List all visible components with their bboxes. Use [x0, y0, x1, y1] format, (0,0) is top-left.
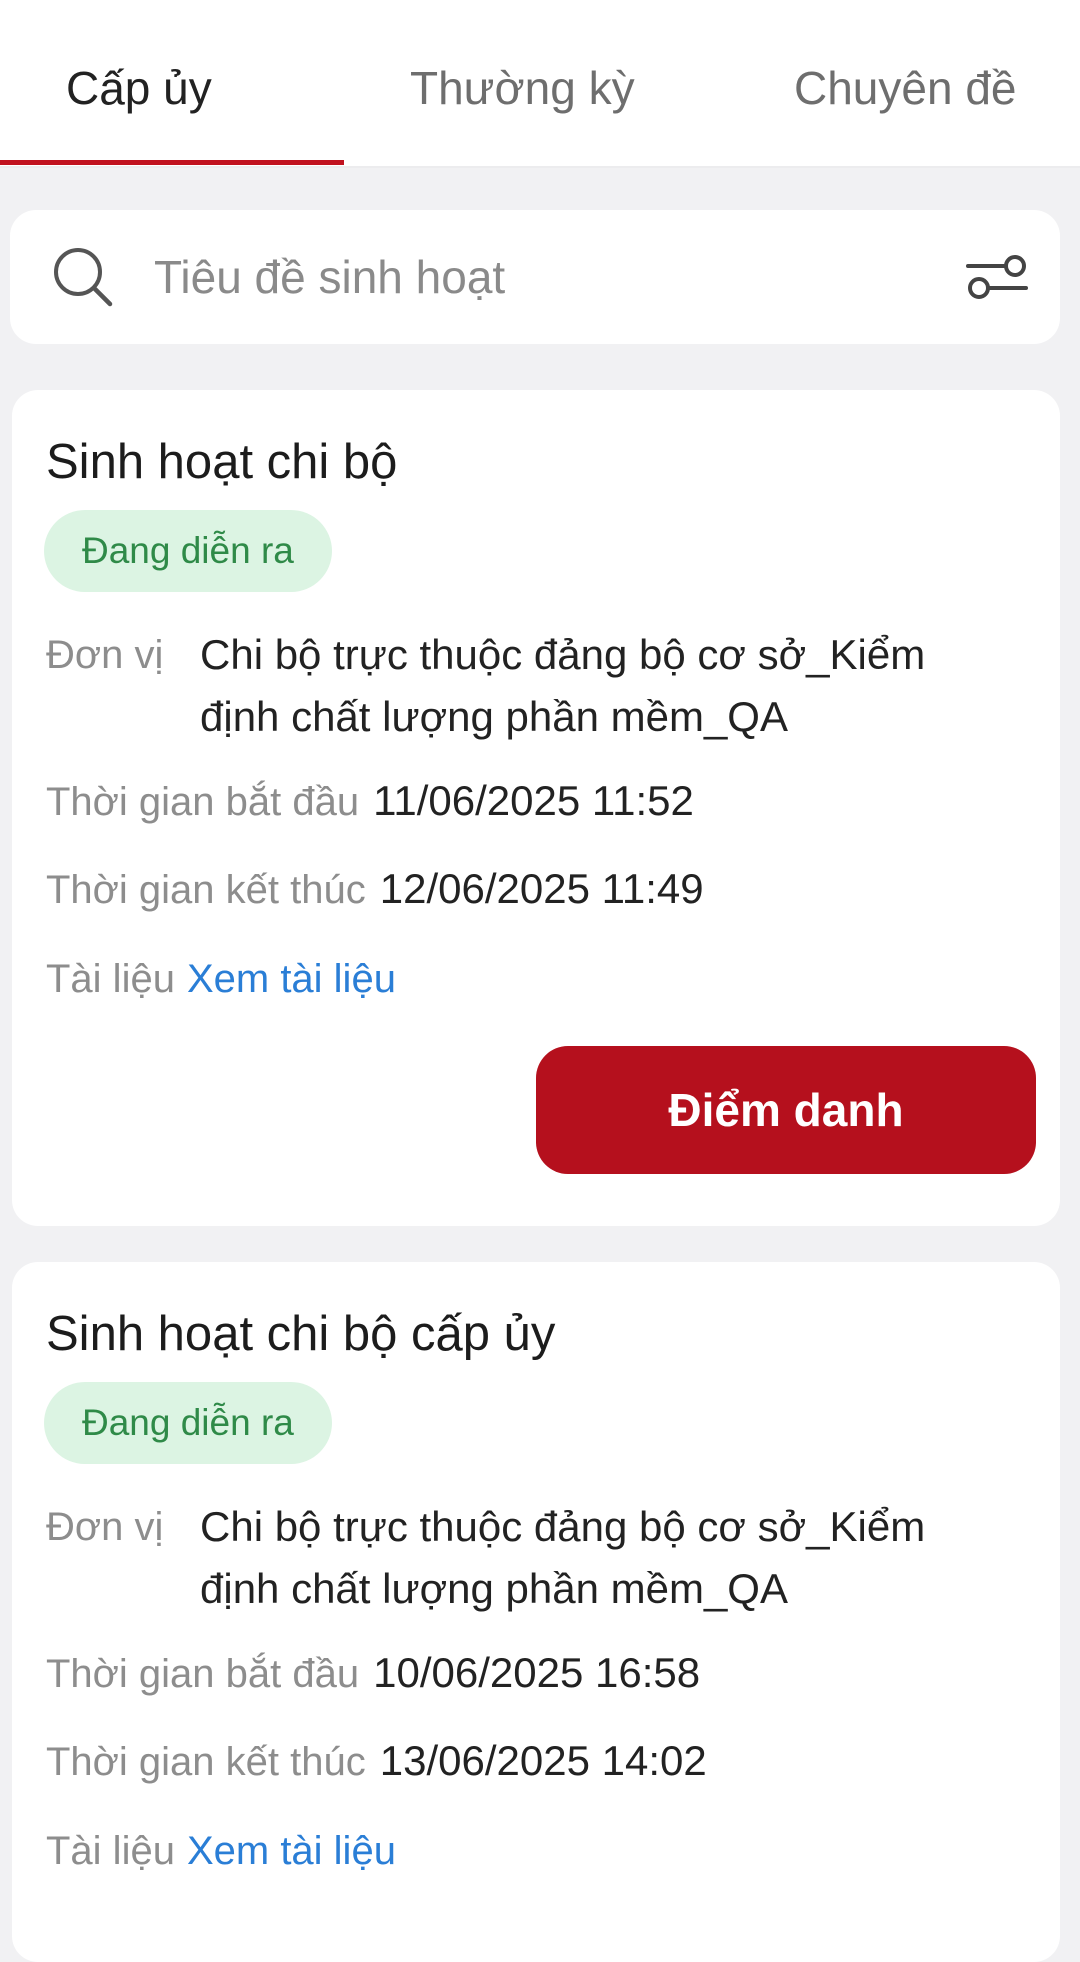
end-time-row: Thời gian kết thúc 13/06/2025 14:02	[46, 1732, 707, 1791]
tab-cap-uy[interactable]: Cấp ủy	[66, 58, 212, 118]
status-badge: Đang diễn ra	[44, 1382, 332, 1464]
unit-value-line1: Chi bộ trực thuộc đảng bộ cơ sở_Kiểm	[200, 1503, 926, 1550]
meeting-card[interactable]: Sinh hoạt chi bộ Đang diễn ra Đơn vị Chi…	[12, 390, 1060, 1226]
end-time-row: Thời gian kết thúc 12/06/2025 11:49	[46, 860, 704, 919]
document-label: Tài liệu	[46, 957, 175, 1001]
end-time-label: Thời gian kết thúc	[46, 1740, 366, 1784]
unit-label-row: Đơn vị	[46, 1498, 163, 1556]
view-document-link[interactable]: Xem tài liệu	[187, 957, 396, 1001]
filter-sliders-icon[interactable]	[960, 244, 1034, 310]
unit-value-line2: định chất lượng phần mềm_QA	[200, 1565, 788, 1612]
start-time-value: 11/06/2025 11:52	[373, 777, 694, 824]
unit-label: Đơn vị	[46, 1505, 164, 1549]
search-input[interactable]	[154, 244, 934, 310]
end-time-value: 13/06/2025 14:02	[379, 1737, 707, 1784]
view-document-link[interactable]: Xem tài liệu	[187, 1829, 396, 1873]
unit-value-line2: định chất lượng phần mềm_QA	[200, 693, 788, 740]
meeting-card[interactable]: Sinh hoạt chi bộ cấp ủy Đang diễn ra Đơn…	[12, 1262, 1060, 1962]
tab-thuong-ky[interactable]: Thường kỳ	[410, 58, 635, 118]
document-row: Tài liệu Xem tài liệu	[46, 950, 396, 1008]
meeting-title: Sinh hoạt chi bộ	[46, 435, 398, 489]
document-label: Tài liệu	[46, 1829, 175, 1873]
unit-value: Chi bộ trực thuộc đảng bộ cơ sở_Kiểm địn…	[200, 624, 1040, 748]
start-time-value: 10/06/2025 16:58	[373, 1649, 701, 1696]
end-time-value: 12/06/2025 11:49	[379, 865, 704, 912]
tab-bar: Cấp ủy Thường kỳ Chuyên đề	[0, 0, 1080, 168]
status-badge: Đang diễn ra	[44, 510, 332, 592]
tab-chuyen-de[interactable]: Chuyên đề	[794, 58, 1017, 118]
start-time-label: Thời gian bắt đầu	[46, 1652, 360, 1696]
active-tab-indicator	[0, 160, 344, 165]
search-bar	[10, 210, 1060, 344]
document-row: Tài liệu Xem tài liệu	[46, 1822, 396, 1880]
start-time-row: Thời gian bắt đầu 11/06/2025 11:52	[46, 772, 694, 831]
unit-label: Đơn vị	[46, 633, 164, 677]
check-in-button[interactable]: Điểm danh	[536, 1046, 1036, 1174]
start-time-label: Thời gian bắt đầu	[46, 780, 360, 824]
end-time-label: Thời gian kết thúc	[46, 868, 366, 912]
search-icon[interactable]	[48, 242, 118, 312]
unit-label-row: Đơn vị	[46, 626, 163, 684]
start-time-row: Thời gian bắt đầu 10/06/2025 16:58	[46, 1644, 700, 1703]
meeting-title: Sinh hoạt chi bộ cấp ủy	[46, 1307, 556, 1361]
unit-value: Chi bộ trực thuộc đảng bộ cơ sở_Kiểm địn…	[200, 1496, 1040, 1620]
unit-value-line1: Chi bộ trực thuộc đảng bộ cơ sở_Kiểm	[200, 631, 926, 678]
